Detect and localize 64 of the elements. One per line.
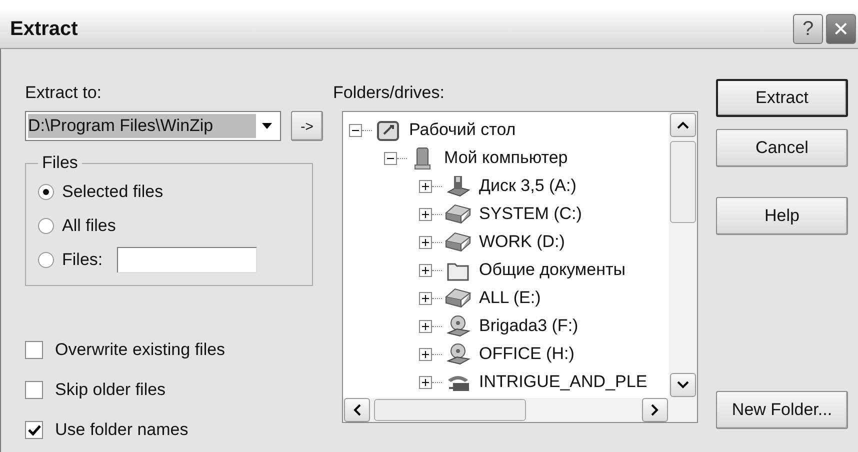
tree-item[interactable]: Рабочий стол xyxy=(409,120,516,140)
expand-toggle-icon[interactable] xyxy=(419,180,432,192)
scroll-down-button[interactable] xyxy=(670,373,696,397)
cd-drive-icon xyxy=(445,314,471,338)
scroll-left-button[interactable] xyxy=(344,398,370,422)
path-combo-box[interactable]: D:\Program Files\WinZip xyxy=(25,111,281,141)
radio-label: All files xyxy=(62,216,116,236)
tree-item[interactable]: ALL (E:) xyxy=(479,288,541,308)
drive-icon xyxy=(445,230,471,254)
radio-label: Files: xyxy=(62,250,103,270)
field-label: Extract to: xyxy=(25,82,103,104)
checkbox-label: Overwrite existing files xyxy=(55,340,226,360)
window-title: Extract xyxy=(10,18,79,40)
expand-toggle-icon[interactable] xyxy=(419,264,432,276)
dialog-button[interactable]: Help xyxy=(716,197,848,235)
collapse-toggle-icon[interactable] xyxy=(349,124,362,136)
expand-toggle-icon[interactable] xyxy=(419,348,432,360)
input-field[interactable] xyxy=(116,247,257,273)
close-button[interactable]: ✕ xyxy=(826,14,856,44)
help-button[interactable]: ? xyxy=(793,14,823,44)
scroll-up-button[interactable] xyxy=(670,113,696,137)
field-label: Folders/drives: xyxy=(333,82,446,104)
caret-up-icon xyxy=(677,121,689,129)
collapse-toggle-icon[interactable] xyxy=(384,152,397,164)
tree-item[interactable]: Мой компьютер xyxy=(444,148,568,168)
radio-button[interactable] xyxy=(38,218,54,234)
tree-item[interactable]: SYSTEM (C:) xyxy=(479,204,582,224)
checkbox[interactable] xyxy=(25,421,43,439)
caret-left-icon xyxy=(353,404,361,416)
scroll-right-button[interactable] xyxy=(642,398,668,422)
tree-item[interactable]: INTRIGUE_AND_PLE xyxy=(479,372,648,392)
expand-toggle-icon[interactable] xyxy=(419,208,432,220)
checkbox-label: Use folder names xyxy=(55,420,188,440)
expand-toggle-icon[interactable] xyxy=(419,292,432,304)
dialog-button[interactable]: New Folder... xyxy=(716,391,848,429)
expand-toggle-icon[interactable] xyxy=(419,320,432,332)
scrollbar-thumb[interactable] xyxy=(374,399,526,421)
scrollbar-thumb[interactable] xyxy=(670,141,696,223)
checkbox-label: Skip older files xyxy=(55,380,166,400)
floppy-drive-icon xyxy=(445,174,471,198)
desktop-icon xyxy=(375,118,401,142)
tree-item[interactable]: Диск 3,5 (A:) xyxy=(479,176,576,196)
radio-button[interactable] xyxy=(38,252,54,268)
expand-toggle-icon[interactable] xyxy=(419,376,432,388)
radio-button[interactable] xyxy=(38,184,54,200)
folder-tree[interactable]: Рабочий стол Мой компьютер Диск 3,5 (A:) SYSTEM (C:) WORK (D:) Общие документы ALL (E:) Brigada3 (F:) OFFICE (H:) INTRIGUE_AND_PLE xyxy=(342,111,698,423)
tree-item[interactable]: Brigada3 (F:) xyxy=(479,316,578,336)
dialog-button[interactable]: Extract xyxy=(716,79,848,117)
radio-label: Selected files xyxy=(62,182,164,202)
dropdown-arrow-icon xyxy=(262,123,272,129)
dialog-button[interactable]: Cancel xyxy=(716,129,848,167)
drive-icon xyxy=(445,202,471,226)
group-title: Files xyxy=(41,153,79,173)
checkbox[interactable] xyxy=(25,341,43,359)
drive-icon xyxy=(445,286,471,310)
cd-drive-icon xyxy=(445,342,471,366)
caret-right-icon xyxy=(651,404,659,416)
expand-toggle-icon[interactable] xyxy=(419,236,432,248)
tree-item[interactable]: OFFICE (H:) xyxy=(479,344,574,364)
browse-button[interactable]: -> xyxy=(291,111,323,141)
tree-item[interactable]: Общие документы xyxy=(479,260,626,280)
tree-item[interactable]: WORK (D:) xyxy=(479,232,565,252)
checkbox[interactable] xyxy=(25,381,43,399)
caret-down-icon xyxy=(677,381,689,389)
